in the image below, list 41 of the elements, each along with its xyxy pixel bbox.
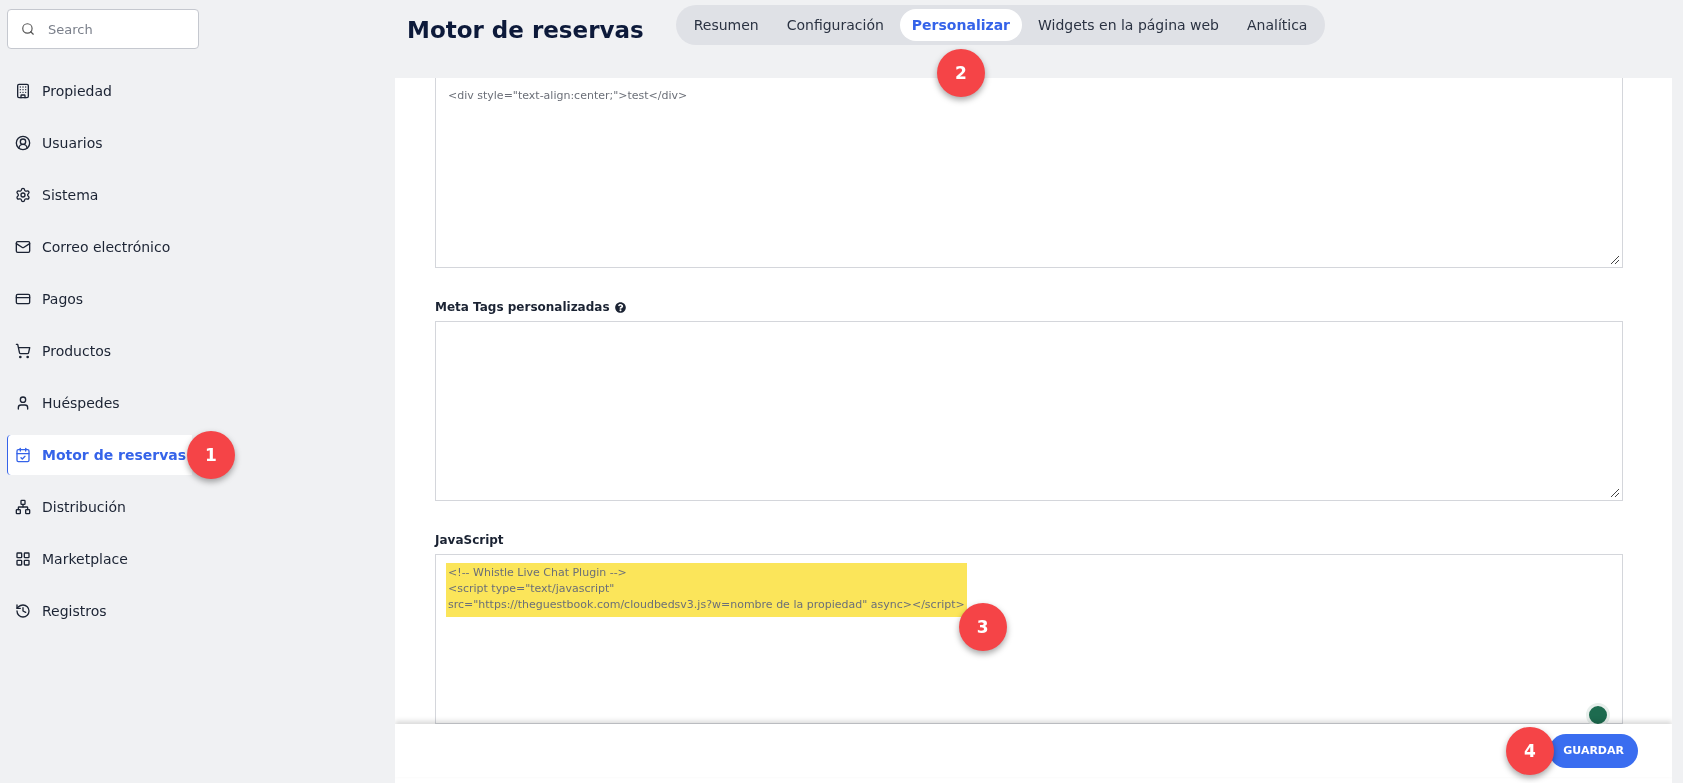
step-marker: 4	[1506, 727, 1554, 775]
sidebar-item[interactable]: Productos	[7, 331, 192, 371]
history-icon	[15, 603, 31, 619]
building-icon	[15, 83, 31, 99]
resize-grip-icon[interactable]	[1608, 486, 1620, 498]
sidebar-item[interactable]: Distribución	[7, 487, 192, 527]
sidebar-item[interactable]: Propiedad	[7, 71, 192, 111]
step-marker: 2	[936, 49, 985, 97]
highlighted-code: <!-- Whistle Live Chat Plugin --> <script type="text/javascript" src="https://theguestbook.com/cloudbedsv3.js?w=nombre de la propiedad" async></script>	[446, 563, 967, 617]
search-field[interactable]: Search	[7, 9, 199, 49]
sidebar-item[interactable]: Usuarios	[7, 123, 192, 163]
round-logo-icon[interactable]	[1586, 703, 1610, 724]
tab[interactable]: Widgets en la página web	[1026, 9, 1231, 41]
sidebar-item[interactable]: Pagos	[7, 279, 192, 319]
settings-icon	[15, 187, 31, 203]
code-field[interactable]: <div style="text-align:center;">test</div>	[435, 78, 1623, 268]
code-field[interactable]	[435, 321, 1623, 501]
sidebar-item[interactable]: Motor de reservas	[7, 435, 192, 475]
user-icon	[15, 395, 31, 411]
code-text: <div style="text-align:center;">test</div>	[447, 88, 689, 104]
tab[interactable]: Configuración	[774, 9, 896, 41]
sidebar-item[interactable]: Huéspedes	[7, 383, 192, 423]
sidebar-item[interactable]: Sistema	[7, 175, 192, 215]
field-label: Meta Tags personalizadas	[435, 300, 610, 314]
hierarchy-icon	[15, 499, 31, 515]
tab[interactable]: Personalizar	[899, 9, 1022, 41]
page-title: Motor de reservas	[407, 17, 644, 43]
cart-icon	[15, 343, 31, 359]
calendar-check-icon	[15, 447, 31, 463]
user-circle-icon	[15, 135, 31, 151]
resize-grip-icon[interactable]	[1608, 253, 1620, 265]
tab[interactable]: Resumen	[681, 9, 771, 41]
field-label: JavaScript	[435, 533, 504, 547]
sidebar-item[interactable]: Marketplace	[7, 539, 192, 579]
step-marker: 1	[187, 431, 235, 479]
envelope-icon	[15, 239, 31, 255]
grid-icon	[15, 551, 31, 567]
sidebar-item[interactable]: Correo electrónico	[7, 227, 192, 267]
tab[interactable]: Analítica	[1235, 9, 1320, 41]
sidebar-item[interactable]: Registros	[7, 591, 192, 631]
credit-card-icon	[15, 291, 31, 307]
